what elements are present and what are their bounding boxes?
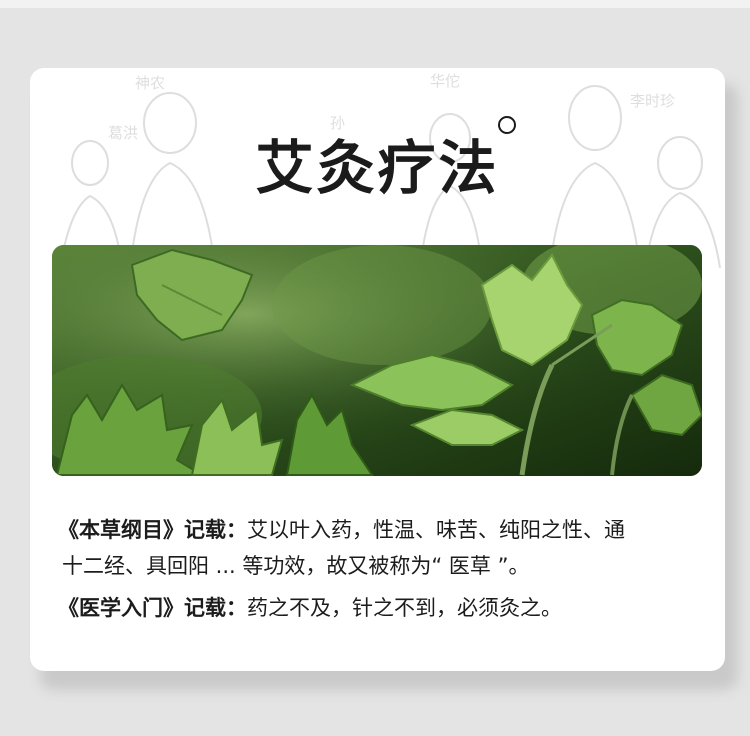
record-text-line: 药之不及，针之不到，必须灸之。 xyxy=(247,596,562,620)
calligraphy-3: 孙 xyxy=(330,114,345,132)
top-strip xyxy=(0,0,750,8)
calligraphy-5: 李时珍 xyxy=(630,92,675,110)
record-source-title: 《本草纲目》记载： xyxy=(58,518,247,542)
page-title: 艾灸疗法 xyxy=(255,134,500,202)
title-circle-mark xyxy=(498,116,516,134)
record-yixue: 《医学入门》记载：药之不及，针之不到，必须灸之。 xyxy=(58,590,708,626)
record-source-title: 《医学入门》记载： xyxy=(58,596,247,620)
mugwort-leaves-image xyxy=(52,245,702,476)
calligraphy-4: 华佗 xyxy=(430,72,460,90)
record-text-line: 艾以叶入药，性温、味苦、纯阳之性、通 xyxy=(247,518,625,542)
mugwort-photo xyxy=(52,245,702,476)
info-card: 神农 葛洪 孙 华佗 李时珍 艾灸疗法 《本草纲目》记载：艾以叶入药，性温、味苦… xyxy=(30,68,725,671)
calligraphy-1: 神农 xyxy=(135,74,165,92)
record-text-line: 十二经、具回阳 ... 等功效，故又被称为“ 医草 ”。 xyxy=(62,554,530,578)
record-bencao: 《本草纲目》记载：艾以叶入药，性温、味苦、纯阳之性、通 十二经、具回阳 ... … xyxy=(58,512,708,584)
